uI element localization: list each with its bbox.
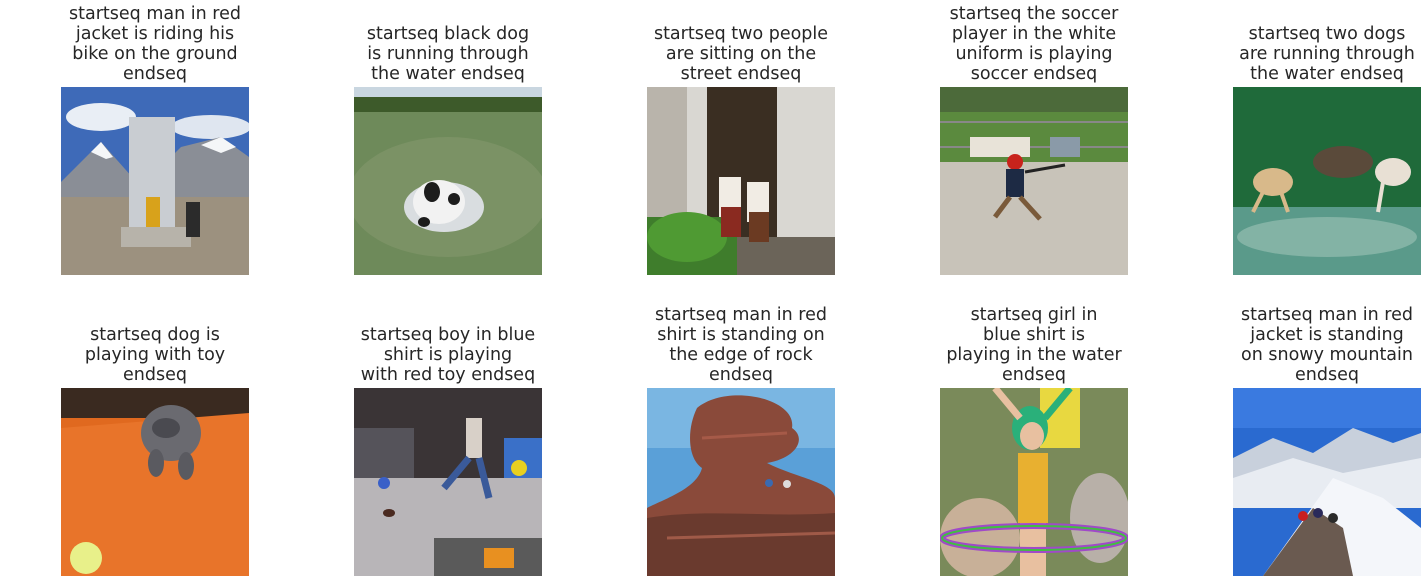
caption-line: playing in the water xyxy=(946,345,1121,365)
caption-line: street endseq xyxy=(654,64,828,84)
panel-caption: startseq black dog is running through th… xyxy=(328,0,568,84)
panel-caption: startseq two dogs are running through th… xyxy=(1207,0,1424,84)
caption-line: startseq dog is xyxy=(85,325,225,345)
caption-line: bike on the ground xyxy=(69,44,241,64)
caption-line: the water endseq xyxy=(367,64,529,84)
caption-line: startseq two people xyxy=(654,24,828,44)
caption-line: endseq xyxy=(69,64,241,84)
caption-line: startseq black dog xyxy=(367,24,529,44)
caption-line: are sitting on the xyxy=(654,44,828,64)
caption-line: on snowy mountain xyxy=(1241,345,1413,365)
caption-line: the edge of rock xyxy=(655,345,827,365)
caption-line: startseq man in red xyxy=(1241,305,1413,325)
photo-hula-hoop-dancer xyxy=(940,388,1128,576)
photo-rock-formation xyxy=(647,388,835,576)
caption-line: startseq the soccer xyxy=(950,4,1119,24)
panel-caption: startseq the soccer player in the white … xyxy=(914,0,1154,84)
panel-caption: startseq man in red jacket is riding his… xyxy=(35,0,275,84)
panel-caption: startseq boy in blue shirt is playing wi… xyxy=(328,301,568,385)
panel-caption: startseq dog is playing with toy endseq xyxy=(35,301,275,385)
panel-caption: startseq man in red jacket is standing o… xyxy=(1207,301,1424,385)
photo-boy-playroom xyxy=(354,388,542,576)
caption-line: playing with toy xyxy=(85,345,225,365)
caption-line: soccer endseq xyxy=(950,64,1119,84)
caption-line: shirt is standing on xyxy=(655,325,827,345)
photo-two-dogs-water xyxy=(1233,87,1421,275)
caption-line: startseq boy in blue xyxy=(361,325,535,345)
photo-dog-on-rug xyxy=(61,388,249,576)
photo-doorway-people xyxy=(647,87,835,275)
caption-line: is running through xyxy=(367,44,529,64)
panel-caption: startseq girl in blue shirt is playing i… xyxy=(914,301,1154,385)
caption-line: player in the white xyxy=(950,24,1119,44)
caption-line: with red toy endseq xyxy=(361,365,535,385)
panel-caption: startseq man in red shirt is standing on… xyxy=(621,301,861,385)
caption-line: endseq xyxy=(946,365,1121,385)
caption-line: uniform is playing xyxy=(950,44,1119,64)
caption-line: endseq xyxy=(1241,365,1413,385)
caption-line: shirt is playing xyxy=(361,345,535,365)
caption-line: startseq two dogs xyxy=(1239,24,1415,44)
caption-line: jacket is standing xyxy=(1241,325,1413,345)
caption-line: blue shirt is xyxy=(946,325,1121,345)
caption-line: endseq xyxy=(85,365,225,385)
caption-line: are running through xyxy=(1239,44,1415,64)
photo-snowy-mountain xyxy=(1233,388,1421,576)
panel-caption: startseq two people are sitting on the s… xyxy=(621,0,861,84)
caption-line: startseq man in red xyxy=(655,305,827,325)
caption-line: the water endseq xyxy=(1239,64,1415,84)
photo-mountain-monument xyxy=(61,87,249,275)
caption-line: startseq man in red xyxy=(69,4,241,24)
caption-line: startseq girl in xyxy=(946,305,1121,325)
caption-line: jacket is riding his xyxy=(69,24,241,44)
caption-line: endseq xyxy=(655,365,827,385)
photo-baseball-batter xyxy=(940,87,1128,275)
photo-dog-swimming xyxy=(354,87,542,275)
